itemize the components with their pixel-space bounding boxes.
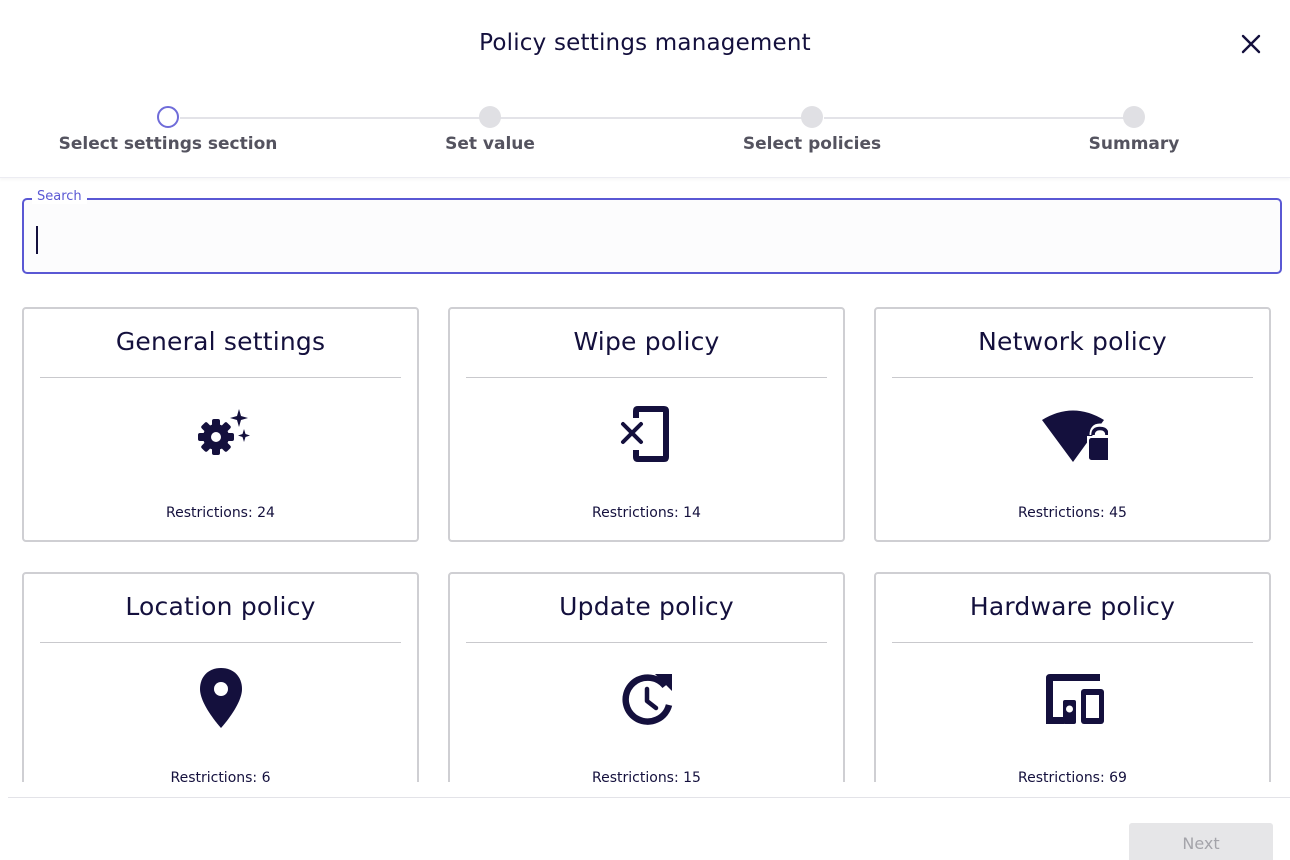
policy-settings-dialog: Policy settings management Select settin… [0,0,1290,860]
search-input[interactable] [34,222,1264,252]
card-title: Network policy [978,327,1167,356]
footer-divider [8,797,1290,798]
restrictions-count: Restrictions: 15 [592,770,701,782]
next-button[interactable]: Next [1129,823,1273,860]
wifi-lock-icon [1038,399,1108,469]
card-title: Hardware policy [969,592,1176,621]
restrictions-count: Restrictions: 24 [166,505,275,521]
step-indicator [1123,106,1145,128]
step-indicator [801,106,823,128]
policy-card-grid[interactable]: General settings Restrictions: 24 Wipe p… [0,290,1290,782]
dialog-header: Policy settings management [0,0,1290,90]
search-field[interactable]: Search [22,189,1282,274]
step-select-policies[interactable]: Select policies [692,106,932,154]
update-clock-icon [612,664,682,734]
card-title: General settings [115,327,326,356]
text-caret [36,226,38,254]
gear-sparkle-icon [186,399,256,469]
step-label: Select policies [742,134,882,154]
card-hardware-policy[interactable]: Hardware policy Restrictions: 69 [874,572,1271,782]
card-title: Wipe policy [573,327,720,356]
step-label: Select settings section [58,134,278,154]
step-indicator-active [157,106,179,128]
restrictions-count: Restrictions: 45 [1018,505,1127,521]
step-summary[interactable]: Summary [1014,106,1254,154]
step-select-settings-section[interactable]: Select settings section [48,106,288,154]
search-label: Search [32,189,87,204]
close-icon [1241,34,1261,54]
step-indicator [479,106,501,128]
close-button[interactable] [1237,30,1265,58]
devices-icon [1038,664,1108,734]
card-wipe-policy[interactable]: Wipe policy Restrictions: 14 [448,307,845,542]
card-divider [892,642,1253,643]
card-divider [466,377,827,378]
stepper: Select settings section Set value Select… [0,100,1290,178]
step-label: Set value [445,134,535,154]
card-title: Location policy [125,592,316,621]
step-set-value[interactable]: Set value [370,106,610,154]
card-divider [466,642,827,643]
card-divider [40,642,401,643]
phone-erase-icon [612,399,682,469]
card-network-policy[interactable]: Network policy Restrictions: 45 [874,307,1271,542]
card-location-policy[interactable]: Location policy Restrictions: 6 [22,572,419,782]
restrictions-count: Restrictions: 6 [170,770,271,782]
card-general-settings[interactable]: General settings Restrictions: 24 [22,307,419,542]
card-update-policy[interactable]: Update policy Restrictions: 15 [448,572,845,782]
card-divider [892,377,1253,378]
card-title: Update policy [559,592,734,621]
restrictions-count: Restrictions: 14 [592,505,701,521]
card-divider [40,377,401,378]
restrictions-count: Restrictions: 69 [1018,770,1127,782]
location-pin-icon [186,664,256,734]
dialog-title: Policy settings management [479,30,811,56]
step-label: Summary [1088,134,1180,154]
